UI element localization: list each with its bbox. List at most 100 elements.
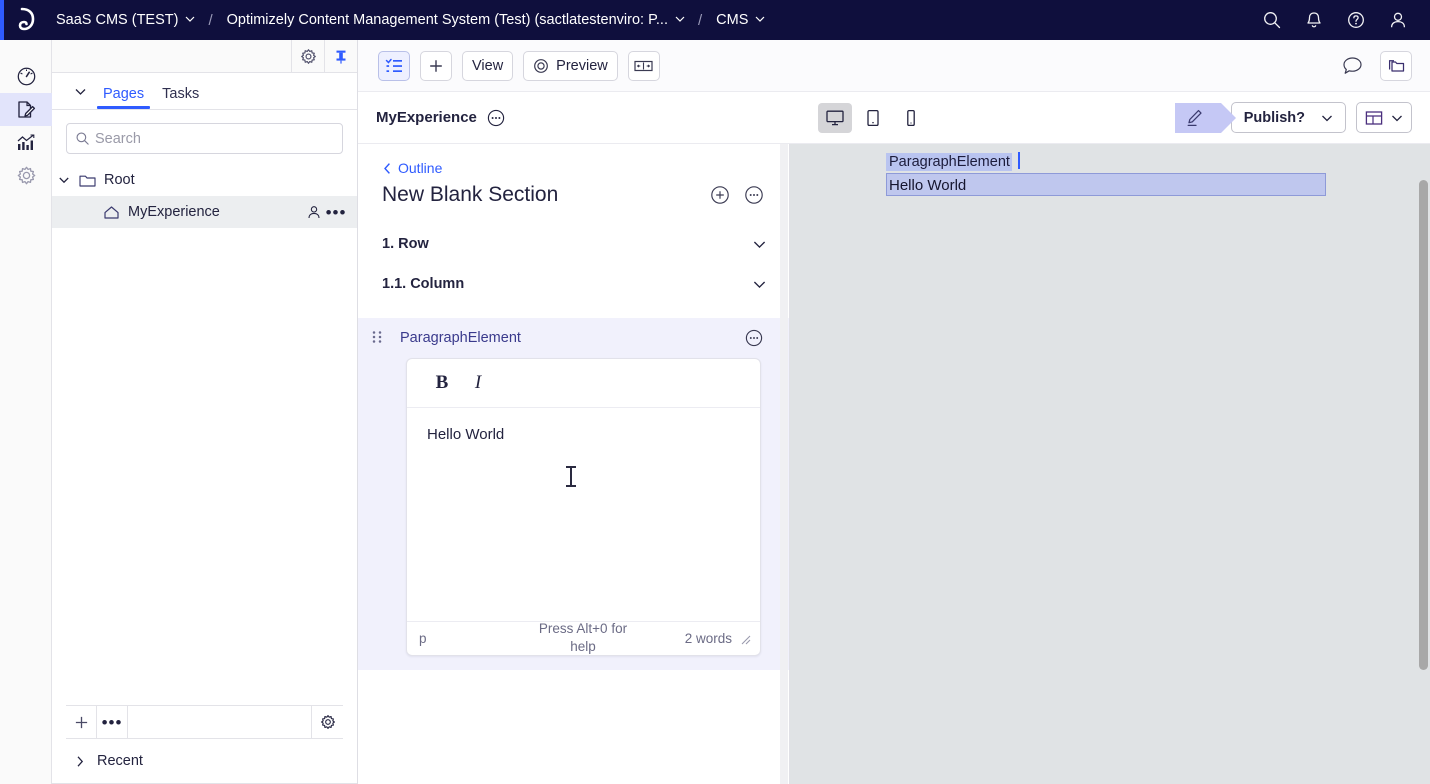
- breadcrumb-item-project[interactable]: Optimizely Content Management System (Te…: [223, 12, 688, 28]
- add-block-button[interactable]: [707, 182, 733, 208]
- publish-button[interactable]: Publish?: [1230, 102, 1346, 133]
- rail-item-settings[interactable]: [0, 159, 52, 192]
- outline-row-row[interactable]: 1. Row: [358, 224, 789, 264]
- tab-tasks-label: Tasks: [162, 86, 200, 102]
- outline-toggle-icon: [385, 58, 402, 72]
- chevron-down-icon: [675, 14, 685, 23]
- bold-button[interactable]: B: [427, 368, 457, 398]
- search-icon: [76, 132, 89, 145]
- tree-item-myexperience[interactable]: MyExperience •••: [52, 196, 357, 228]
- resize-grip-icon[interactable]: [738, 632, 752, 646]
- editor-toolbar-left: View Preview: [378, 50, 660, 81]
- pages-sidebar: Pages Tasks Root MyExperience: [52, 40, 358, 784]
- sidebar-filter-field[interactable]: [128, 706, 312, 738]
- chevron-down-icon: [1392, 115, 1402, 121]
- add-content-button[interactable]: [420, 50, 452, 81]
- tablet-icon: [867, 109, 879, 126]
- add-page-button[interactable]: [66, 706, 97, 738]
- chevron-down-icon: [75, 88, 85, 95]
- outline-panel: Outline New Blank Section 1. Row 1.1. Co…: [358, 144, 790, 784]
- sidebar-collapse-toggle[interactable]: [66, 73, 94, 109]
- chevron-left-icon: [384, 162, 390, 174]
- optimizely-logo-icon: [18, 7, 35, 31]
- page-tree: Root MyExperience •••: [52, 164, 357, 705]
- device-tablet-button[interactable]: [856, 103, 890, 133]
- sidebar-more-button[interactable]: •••: [97, 706, 128, 738]
- pin-panel-icon: [336, 50, 346, 64]
- rte-paragraph-text: Hello World: [427, 426, 505, 443]
- breadcrumb: SaaS CMS (TEST) / Optimizely Content Man…: [52, 0, 1262, 40]
- drag-handle-icon[interactable]: [366, 330, 388, 346]
- assigned-user-icon[interactable]: [303, 204, 325, 220]
- search-input[interactable]: [93, 129, 334, 148]
- expand-caret-icon[interactable]: [52, 174, 76, 186]
- editor-toolbar: View Preview: [358, 40, 1430, 92]
- outline-toggle-button[interactable]: [378, 50, 410, 81]
- user-account-icon[interactable]: [1388, 10, 1408, 30]
- rich-text-editor: B I Hello World p Press Alt+0 for help 2…: [406, 358, 761, 656]
- rail-item-dashboard[interactable]: [0, 60, 52, 93]
- rte-content-area[interactable]: Hello World: [407, 408, 760, 621]
- italic-button[interactable]: I: [463, 368, 493, 398]
- preview-selected-element[interactable]: Hello World: [886, 173, 1326, 196]
- chevron-down-icon: [755, 14, 765, 23]
- split-view-icon: [634, 60, 653, 71]
- draft-status-flag[interactable]: [1174, 102, 1236, 133]
- tree-item-menu-button[interactable]: •••: [325, 204, 347, 221]
- search-icon[interactable]: [1262, 10, 1282, 30]
- tab-tasks[interactable]: Tasks: [153, 86, 208, 109]
- analytics-icon: [17, 134, 35, 150]
- preview-selection-tab-wrap: ParagraphElement: [886, 152, 1326, 171]
- home-icon: [100, 205, 122, 220]
- layout-options-button[interactable]: [1356, 102, 1412, 133]
- preview-canvas: ParagraphElement Hello World: [886, 152, 1326, 196]
- chevron-down-icon[interactable]: [752, 277, 767, 292]
- device-mobile-button[interactable]: [894, 103, 928, 133]
- publish-label: Publish?: [1243, 109, 1305, 126]
- outline-scrollbar[interactable]: [780, 144, 788, 784]
- tree-item-label: Root: [104, 172, 135, 188]
- outline-back-link[interactable]: Outline: [358, 144, 789, 176]
- rail-item-analytics[interactable]: [0, 126, 52, 159]
- top-bar-actions: [1262, 10, 1430, 30]
- recent-label: Recent: [97, 753, 143, 769]
- device-desktop-button[interactable]: [818, 102, 852, 133]
- view-label: View: [472, 57, 504, 74]
- plus-icon: [430, 59, 442, 72]
- rail-item-edit[interactable]: [0, 93, 52, 126]
- optimizely-logo[interactable]: [0, 0, 52, 40]
- editor-content-split: Outline New Blank Section 1. Row 1.1. Co…: [358, 144, 1430, 784]
- pin-panel-button[interactable]: [324, 40, 357, 73]
- breadcrumb-item-instance[interactable]: SaaS CMS (TEST): [52, 12, 198, 28]
- preview-button[interactable]: Preview: [523, 50, 618, 81]
- split-view-button[interactable]: [627, 50, 660, 81]
- breadcrumb-item-cms[interactable]: CMS: [712, 12, 768, 28]
- preview-text-caret: [1017, 152, 1020, 169]
- section-title: New Blank Section: [382, 183, 559, 206]
- outline-row-column[interactable]: 1.1. Column: [358, 264, 789, 304]
- more-circle-icon: [487, 109, 505, 126]
- tab-pages[interactable]: Pages: [94, 86, 153, 109]
- panel-settings-button[interactable]: [291, 40, 324, 73]
- search-field[interactable]: [66, 123, 343, 154]
- experience-menu-button[interactable]: [487, 109, 505, 127]
- comments-button[interactable]: [1338, 52, 1366, 80]
- view-button[interactable]: View: [462, 50, 514, 81]
- assets-panel-button[interactable]: [1380, 50, 1412, 81]
- sidebar-bottom-toolbar: •••: [66, 705, 343, 739]
- help-icon[interactable]: [1346, 10, 1366, 30]
- notifications-icon[interactable]: [1304, 10, 1324, 30]
- outline-back-label: Outline: [398, 160, 443, 176]
- chevron-down-icon[interactable]: [752, 237, 767, 252]
- draft-pencil-icon: [1187, 109, 1202, 126]
- preview-scrollbar[interactable]: [1419, 180, 1428, 670]
- sidebar-gear-button[interactable]: [312, 706, 343, 738]
- tree-item-root[interactable]: Root: [52, 164, 357, 196]
- breadcrumb-label: SaaS CMS (TEST): [56, 12, 179, 28]
- layout-panel-icon: [1365, 110, 1383, 125]
- section-menu-button[interactable]: [741, 182, 767, 208]
- paragraph-element-menu-button[interactable]: [741, 325, 767, 351]
- chevron-right-icon: [77, 755, 84, 767]
- preview-element-text: Hello World: [889, 177, 967, 194]
- recent-section-toggle[interactable]: Recent: [52, 739, 357, 784]
